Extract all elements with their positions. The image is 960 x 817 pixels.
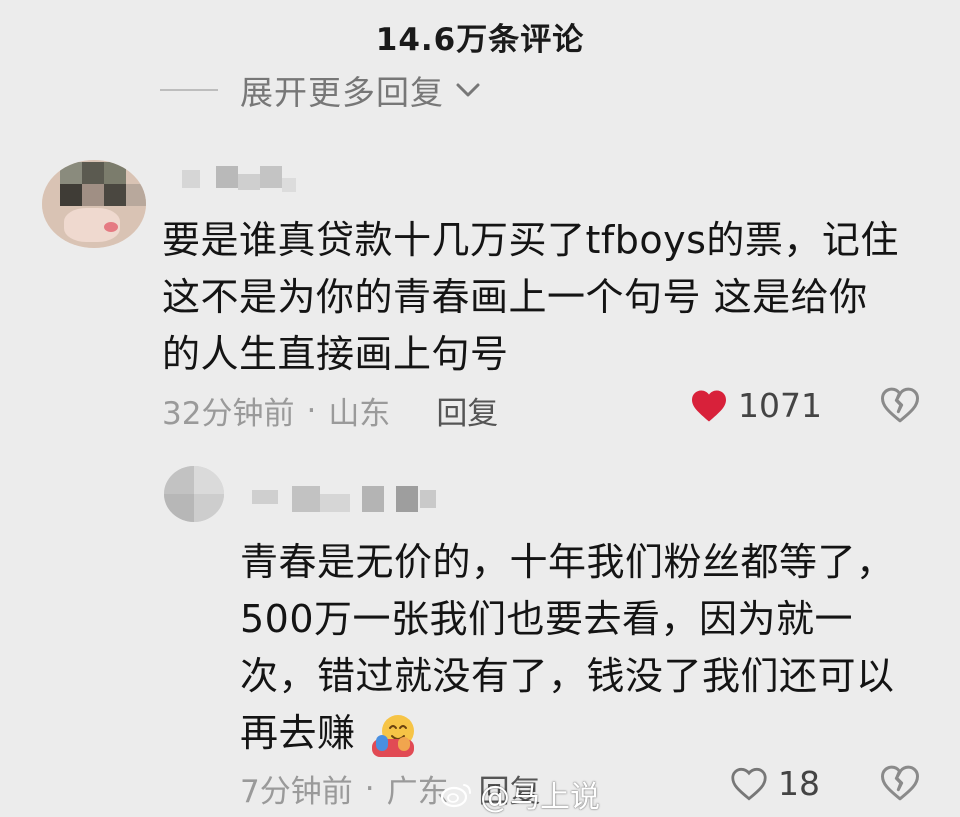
- like-count: 18: [778, 764, 820, 803]
- comment-line: 要是谁真贷款十几万买了tfboys的票，记住: [162, 218, 899, 262]
- expand-replies-button[interactable]: 展开更多回复: [160, 66, 482, 114]
- heart-outline-icon: [731, 767, 767, 800]
- weibo-logo-icon: [440, 784, 471, 808]
- comment-line: 青春是无价的，十年我们粉丝都等了，: [240, 540, 895, 584]
- comment-location: 山东: [328, 396, 391, 432]
- comment-time: 7分钟前: [240, 774, 353, 810]
- comment-meta: 32分钟前 · 山东 回复: [162, 388, 498, 433]
- comment-line: 500万一张我们也要去看，因为就一: [240, 597, 854, 641]
- comment-body: 要是谁真贷款十几万买了tfboys的票，记住 这不是为你的青春画上一个句号 这是…: [162, 212, 952, 383]
- comment-line: 的人生直接画上句号: [162, 332, 509, 376]
- avatar[interactable]: [164, 466, 224, 522]
- username-blurred[interactable]: [240, 484, 460, 518]
- comment-time: 32分钟前: [162, 396, 295, 432]
- separator: ·: [364, 770, 375, 807]
- like-button[interactable]: 1071: [690, 386, 822, 425]
- heart-filled-icon: [692, 390, 726, 421]
- expand-replies-label: 展开更多回复: [240, 73, 444, 112]
- reply-button[interactable]: 回复: [436, 388, 498, 433]
- dislike-button[interactable]: [880, 764, 920, 806]
- broken-heart-icon: [881, 765, 919, 801]
- comment-line: 再去赚: [240, 711, 356, 755]
- broken-heart-icon: [881, 387, 919, 423]
- like-count: 1071: [738, 386, 822, 425]
- comment-line: 这不是为你的青春画上一个句号 这是给你: [162, 275, 868, 319]
- comment-line-with-emoji: 再去赚: [240, 705, 940, 762]
- dislike-button[interactable]: [880, 386, 920, 428]
- comment-count-title: 14.6万条评论: [375, 22, 585, 58]
- comment-body: 青春是无价的，十年我们粉丝都等了， 500万一张我们也要去看，因为就一 次，错过…: [240, 534, 940, 762]
- avatar[interactable]: [42, 160, 146, 248]
- hug-emoji-icon: [372, 714, 415, 757]
- watermark: @马上说: [440, 772, 600, 816]
- watermark-text: @马上说: [480, 780, 600, 815]
- username-blurred[interactable]: [172, 164, 302, 196]
- divider: [160, 89, 218, 91]
- like-button[interactable]: 18: [730, 764, 820, 803]
- comment-line: 次，错过就没有了，钱没了我们还可以: [240, 654, 895, 698]
- separator: ·: [306, 392, 317, 429]
- chevron-down-icon: [456, 83, 480, 97]
